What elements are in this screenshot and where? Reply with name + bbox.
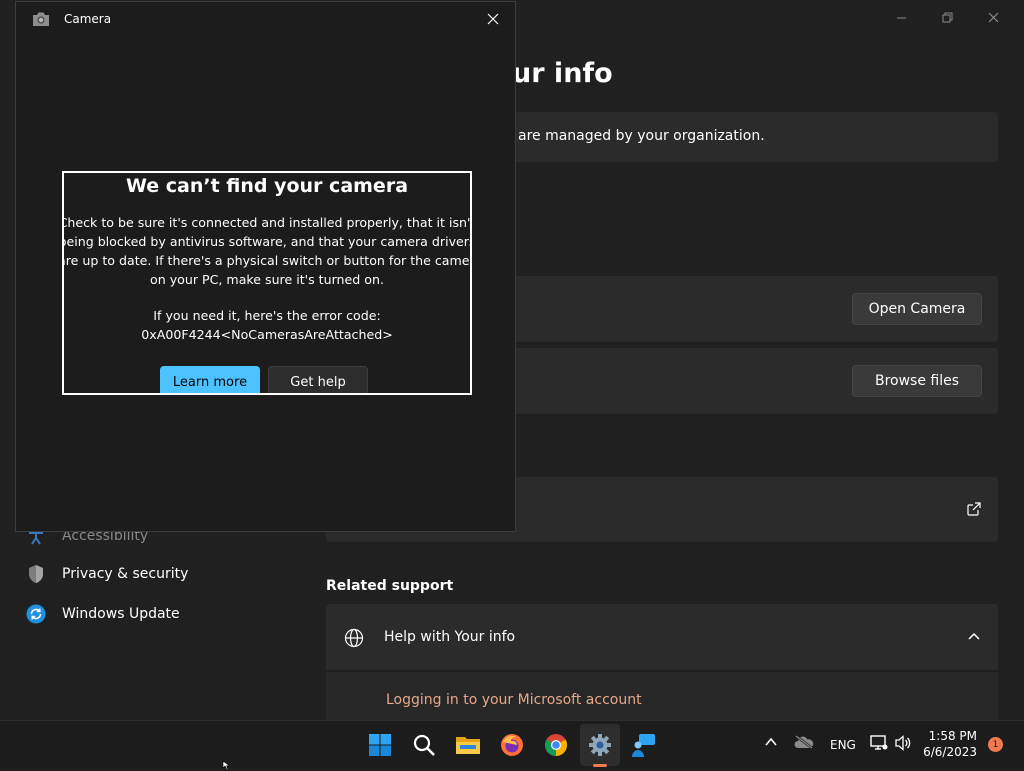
help-link-microsoft-account[interactable]: Logging in to your Microsoft account xyxy=(386,692,642,708)
camera-error-dialog: We can’t find your camera Check to be su… xyxy=(62,171,472,395)
error-description-line: are up to date. If there's a physical sw… xyxy=(62,253,472,268)
page-title: ur info xyxy=(512,58,613,89)
error-code-intro: If you need it, here's the error code: xyxy=(153,308,381,323)
mouse-cursor-icon xyxy=(222,761,231,771)
close-icon xyxy=(988,12,998,22)
error-code-block: If you need it, here's the error code: 0… xyxy=(64,306,470,344)
error-description: Check to be sure it's connected and inst… xyxy=(62,213,472,289)
org-notice-card: are managed by your organization. xyxy=(512,112,998,162)
firefox-icon[interactable] xyxy=(499,732,525,758)
file-explorer-icon[interactable] xyxy=(455,732,481,758)
sidebar-item-privacy-security[interactable]: Privacy & security xyxy=(26,564,188,584)
help-section-label: Help with Your info xyxy=(384,629,516,645)
help-section-body: Logging in to your Microsoft account xyxy=(326,672,998,720)
minimize-button[interactable] xyxy=(878,6,924,28)
chevron-up-icon xyxy=(968,632,980,640)
open-camera-button[interactable]: Open Camera xyxy=(852,293,982,325)
camera-window: Camera We can’t find your camera Check t… xyxy=(15,1,516,532)
error-title: We can’t find your camera xyxy=(125,175,409,197)
settings-icon[interactable] xyxy=(587,732,613,758)
network-icon[interactable] xyxy=(870,735,888,754)
active-app-indicator xyxy=(593,764,607,767)
camera-app-icon xyxy=(33,12,49,26)
clock-time: 1:58 PM xyxy=(928,729,977,743)
browse-files-button[interactable]: Browse files xyxy=(852,365,982,397)
external-link-icon xyxy=(967,502,981,516)
chrome-icon[interactable] xyxy=(543,732,569,758)
window-controls xyxy=(878,6,1016,28)
tray-overflow-button[interactable] xyxy=(764,735,778,752)
close-icon xyxy=(487,13,499,25)
start-icon[interactable] xyxy=(367,732,393,758)
feedback-icon[interactable] xyxy=(631,732,657,758)
chevron-up-icon xyxy=(765,737,777,746)
camera-close-button[interactable] xyxy=(482,8,504,30)
help-section-header[interactable]: Help with Your info xyxy=(326,604,998,670)
error-description-line: being blocked by antivirus software, and… xyxy=(62,234,472,249)
windows-update-icon xyxy=(26,604,46,624)
onedrive-offline-icon[interactable] xyxy=(794,734,814,752)
shield-icon xyxy=(26,564,46,584)
language-indicator[interactable]: ENG xyxy=(830,738,856,752)
volume-icon[interactable] xyxy=(894,735,912,754)
sidebar-item-label: Windows Update xyxy=(62,606,180,622)
notification-badge[interactable]: 1 xyxy=(988,737,1003,752)
globe-icon xyxy=(344,628,364,648)
restore-icon xyxy=(942,12,952,22)
sidebar-item-label: Privacy & security xyxy=(62,566,189,582)
learn-more-button[interactable]: Learn more xyxy=(160,366,260,393)
error-description-line: on your PC, make sure it's turned on. xyxy=(150,272,384,287)
clock-date: 6/6/2023 xyxy=(923,745,977,759)
org-notice-text: are managed by your organization. xyxy=(518,128,765,144)
taskbar: ENG 1:58 PM 6/6/2023 1 xyxy=(0,720,1024,768)
clock[interactable]: 1:58 PM 6/6/2023 xyxy=(923,728,977,760)
error-code: 0xA00F4244<NoCamerasAreAttached> xyxy=(141,327,393,342)
sidebar-item-windows-update[interactable]: Windows Update xyxy=(26,604,180,624)
get-help-button[interactable]: Get help xyxy=(268,366,368,393)
camera-window-title: Camera xyxy=(64,12,112,26)
related-support-heading: Related support xyxy=(326,578,454,594)
search-icon[interactable] xyxy=(411,732,437,758)
close-button[interactable] xyxy=(970,6,1016,28)
restore-button[interactable] xyxy=(924,6,970,28)
minimize-icon xyxy=(896,17,906,18)
error-description-line: Check to be sure it's connected and inst… xyxy=(62,215,472,230)
